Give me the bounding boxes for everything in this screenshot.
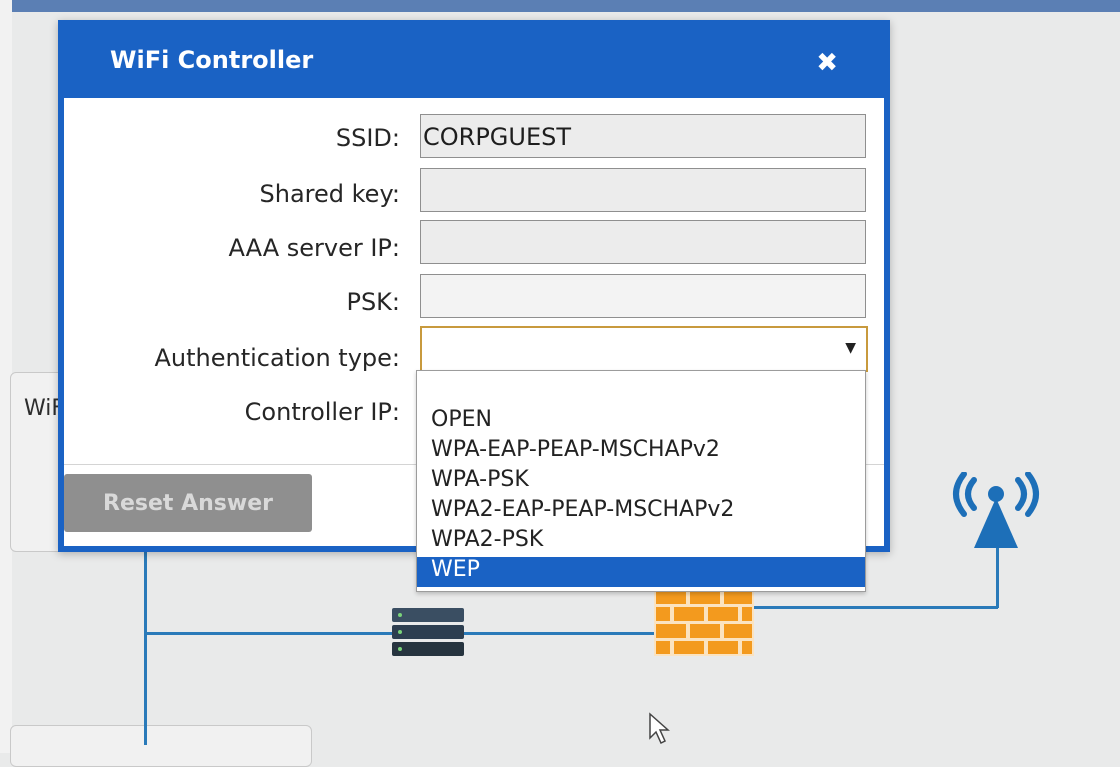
dialog-title: WiFi Controller [110,46,314,74]
dropdown-option-wpa2-psk[interactable]: WPA2-PSK [417,527,865,557]
shared-key-field[interactable] [420,168,866,212]
psk-label: PSK: [346,288,400,316]
network-link-ap-vertical [996,546,999,608]
ssid-field[interactable]: CORPGUEST [420,114,866,158]
authentication-type-select[interactable]: ▼ [420,326,868,372]
shared-key-label: Shared key: [259,180,400,208]
reset-answer-button[interactable]: Reset Answer [64,474,312,532]
chevron-down-icon[interactable]: ▼ [845,340,856,356]
background-bottom-box [10,725,312,767]
dropdown-option-wpa-psk[interactable]: WPA-PSK [417,467,865,497]
dropdown-option-wpa-eap-peap-mschapv2[interactable]: WPA-EAP-PEAP-MSCHAPv2 [417,437,865,467]
firewall-icon[interactable] [654,588,754,656]
aaa-server-ip-label: AAA server IP: [228,234,400,262]
aaa-server-ip-field[interactable] [420,220,866,264]
close-icon[interactable]: ✖ [816,50,838,76]
authentication-type-label: Authentication type: [154,344,400,372]
server-icon[interactable] [392,608,464,656]
network-link-vertical-left [144,545,147,745]
network-link-firewall-to-ap [752,606,998,609]
dropdown-option-wpa2-eap-peap-mschapv2[interactable]: WPA2-EAP-PEAP-MSCHAPv2 [417,497,865,527]
dropdown-option-open[interactable]: OPEN [417,407,865,437]
access-point-icon[interactable] [944,472,1048,552]
ssid-label: SSID: [335,124,400,152]
dialog-header: WiFi Controller ✖ [58,20,890,98]
psk-field[interactable] [420,274,866,318]
controller-ip-label: Controller IP: [244,398,400,426]
mouse-cursor-icon [649,712,670,745]
authentication-type-dropdown: OPEN WPA-EAP-PEAP-MSCHAPv2 WPA-PSK WPA2-… [416,370,866,592]
top-window-band [0,0,1120,12]
dropdown-option-wep[interactable]: WEP [417,557,865,587]
